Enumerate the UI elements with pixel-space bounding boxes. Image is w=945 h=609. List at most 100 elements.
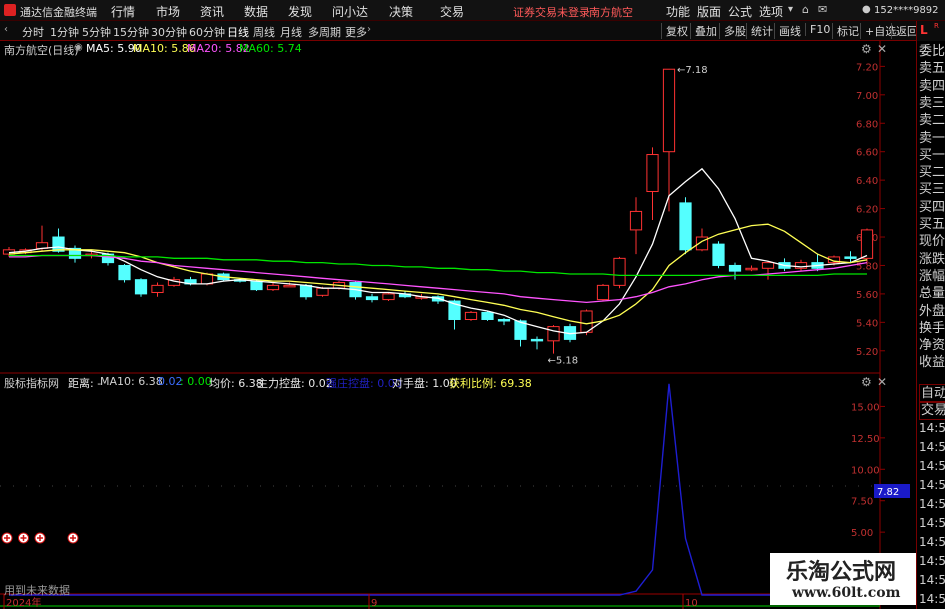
candle-body — [200, 273, 214, 285]
candle-body — [497, 318, 511, 322]
menu-item-quotes[interactable]: 行情 — [111, 3, 135, 20]
panel-label: 换手 — [919, 320, 945, 336]
trade-time: 14:56 — [919, 592, 945, 606]
period-5min[interactable]: 5分钟 — [82, 24, 111, 40]
trade-login-alert[interactable]: 证券交易未登录 — [513, 4, 590, 20]
panel-label: 涨跌 — [919, 251, 945, 267]
tool-mark[interactable]: 标记 — [832, 23, 859, 39]
menu-item-formula[interactable]: 公式 — [728, 3, 752, 20]
candle-body — [52, 236, 65, 252]
candle-body — [464, 311, 478, 320]
tool-multi-stock[interactable]: 多股 — [719, 23, 746, 39]
ma60-legend: MA60: 5.74 — [239, 42, 302, 55]
panel-label: 买四 — [919, 199, 945, 215]
current-price-tag-label: 7.82 — [877, 487, 899, 498]
period-1min[interactable]: 1分钟 — [50, 24, 79, 40]
candle-body — [860, 229, 874, 259]
indicator-settings-icon[interactable]: ⚙ — [861, 375, 872, 389]
candle-body — [613, 257, 626, 286]
menu-item-options[interactable]: 选项 — [759, 3, 783, 20]
period-daily[interactable]: 日线 — [227, 24, 249, 40]
candle-body — [712, 243, 725, 266]
price-tick-label: 6.80 — [856, 119, 878, 130]
date-tick-label: 10 — [685, 598, 698, 609]
panel-label: 涨幅 — [919, 268, 945, 284]
menu-item-layout[interactable]: 版面 — [697, 3, 721, 20]
kline-chart[interactable]: 5.205.405.605.806.006.206.406.606.807.00… — [0, 41, 916, 609]
message-icon[interactable]: ✉ — [818, 3, 827, 16]
stock-name-alert[interactable]: 南方航空 — [589, 4, 633, 20]
price-tick-label: 6.20 — [856, 205, 878, 216]
settings-icon[interactable]: ⚙ — [861, 42, 872, 56]
trade-time: 14:56 — [919, 554, 945, 568]
indicator-profit-ratio: 获利比例: 69.38 — [449, 377, 532, 390]
menu-item-function[interactable]: 功能 — [666, 3, 690, 20]
period-weekly[interactable]: 周线 — [253, 24, 275, 40]
menu-item-trade[interactable]: 交易 — [440, 3, 464, 20]
period-30min[interactable]: 30分钟 — [151, 24, 187, 40]
tool-statistics[interactable]: 统计 — [746, 23, 773, 39]
trade-time: 14:56 — [919, 573, 945, 587]
tool-overlay[interactable]: 叠加 — [690, 23, 717, 39]
candle-body — [266, 284, 280, 291]
menu-item-market[interactable]: 市场 — [156, 3, 180, 20]
tool-draw-line[interactable]: 画线 — [774, 23, 801, 39]
price-tick-label: 7.00 — [856, 91, 878, 102]
menu-item-news[interactable]: 资讯 — [200, 3, 224, 20]
dropdown-circle-icon[interactable]: ◉ — [74, 42, 83, 53]
candle-body — [646, 154, 659, 193]
candle-body — [382, 293, 395, 301]
close-icon[interactable]: ✕ — [877, 42, 887, 56]
indicator-line — [9, 383, 867, 596]
future-data-note: 用到未来数据 — [4, 584, 70, 597]
trade-time: 14:56 — [919, 459, 945, 473]
date-axis: 2024年 9 10 — [3, 594, 698, 609]
period-monthly[interactable]: 月线 — [280, 24, 302, 40]
panel-label: 现价 — [919, 234, 945, 250]
right-mark: R — [934, 22, 939, 30]
lock-icon[interactable]: ⌂ — [802, 3, 809, 16]
menu-bar: 通达信金融终端 行情 市场 资讯 数据 发现 问小达 决策 交易 证券交易未登录… — [0, 0, 945, 21]
user-icon[interactable]: ● — [862, 4, 871, 15]
indicator-name[interactable]: 股标指标网 — [4, 375, 59, 391]
period-multi[interactable]: 多周期 — [308, 24, 341, 40]
chart-grid — [0, 41, 881, 609]
candle-body — [547, 326, 560, 342]
candle-body — [299, 284, 313, 298]
panel-label: 买五 — [919, 217, 945, 232]
menu-item-data[interactable]: 数据 — [244, 3, 268, 20]
candle-body — [283, 284, 296, 288]
tool-restore-rights[interactable]: 复权 — [661, 23, 688, 39]
tool-back[interactable]: 返回 — [891, 23, 918, 39]
period-60min[interactable]: 60分钟 — [189, 24, 225, 40]
period-15min[interactable]: 15分钟 — [113, 24, 149, 40]
candle-body — [151, 284, 164, 293]
quote-side-panel: 委比 卖五 卖四 卖三 卖二 卖一 买一 买二 买三 买四 买五 现价 涨跌 涨幅 总量 外盘 换手 净资 收益 自动… — [916, 41, 945, 609]
indicator-series — [9, 383, 867, 596]
candle-body — [629, 210, 643, 231]
signal-markers — [1, 532, 79, 544]
tool-f10[interactable]: F10 — [805, 23, 830, 36]
menu-item-discover[interactable]: 发现 — [288, 3, 312, 20]
indicator-close-icon[interactable]: ✕ — [877, 375, 887, 389]
ma-line-ma5 — [8, 167, 868, 335]
menu-item-ask[interactable]: 问小达 — [332, 3, 368, 20]
panel-toggle[interactable]: L R — [916, 21, 945, 41]
panel-label: 卖五 — [919, 61, 945, 77]
user-id[interactable]: 152****9892 — [874, 5, 939, 16]
indicator-tick-label: 15.00 — [851, 402, 880, 413]
indicator-v1: 0.02 — [158, 375, 183, 388]
indicator-dist: 距离: - — [68, 377, 102, 390]
period-timeshare[interactable]: 分时 — [22, 24, 44, 40]
candle-body — [728, 264, 742, 272]
candlestick-series — [2, 68, 874, 354]
chevron-left-icon[interactable]: ‹ — [4, 24, 8, 35]
period-more[interactable]: 更多 — [345, 24, 367, 40]
panel-label: 净资 — [919, 338, 945, 354]
candle-body — [844, 256, 857, 259]
dropdown-icon[interactable]: ▾ — [788, 4, 793, 15]
chevron-right-icon[interactable]: › — [367, 24, 371, 35]
menu-item-decision[interactable]: 决策 — [389, 3, 413, 20]
panel-trade-label[interactable]: 交易 — [919, 401, 945, 420]
panel-label: 卖二 — [919, 113, 945, 129]
